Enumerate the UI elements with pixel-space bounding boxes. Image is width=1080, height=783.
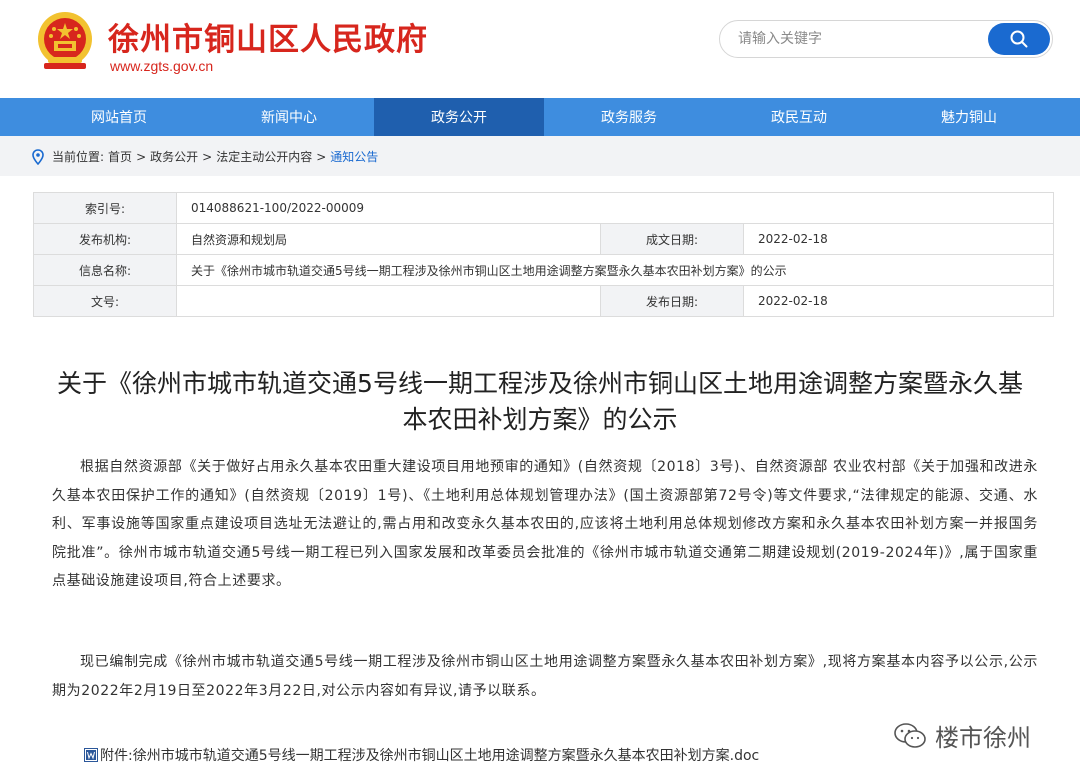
breadcrumb-sep: >: [136, 149, 147, 164]
breadcrumb-bar: 当前位置: 首页 > 政务公开 > 法定主动公开内容 > 通知公告: [0, 136, 1080, 176]
index-value: 014088621-100/2022-00009: [176, 192, 1054, 224]
article-paragraph: 根据自然资源部《关于做好占用永久基本农田重大建设项目用地预审的通知》(自然资规〔…: [52, 459, 1038, 589]
watermark-text: 楼市徐州: [935, 724, 1031, 752]
site-url[interactable]: www.zgts.gov.cn: [110, 58, 213, 74]
table-row: 信息名称: 关于《徐州市城市轨道交通5号线一期工程涉及徐州市铜山区土地用途调整方…: [33, 254, 1054, 286]
publisher-label: 发布机构:: [33, 223, 177, 255]
doc-number-value: [176, 285, 601, 317]
breadcrumb-item-home[interactable]: 首页: [108, 148, 132, 165]
nav-item-interaction[interactable]: 政民互动: [714, 98, 884, 136]
breadcrumb-item-notices[interactable]: 通知公告: [330, 148, 378, 165]
nav-item-news[interactable]: 新闻中心: [204, 98, 374, 136]
article-title-line: 关于《徐州市城市轨道交通5号线一期工程涉及徐州市铜山区土地用途调整方案暨永久基: [57, 369, 1023, 398]
index-label: 索引号:: [33, 192, 177, 224]
doc-number-label: 文号:: [33, 285, 177, 317]
site-header: 徐州市铜山区人民政府 www.zgts.gov.cn: [0, 0, 1080, 98]
document-info-table: 索引号: 014088621-100/2022-00009 发布机构: 自然资源…: [33, 192, 1054, 317]
breadcrumb-item-disclosure[interactable]: 法定主动公开内容: [216, 148, 312, 165]
breadcrumb-sep: >: [316, 149, 327, 164]
national-emblem-icon: [38, 12, 92, 69]
location-pin-icon: [32, 148, 44, 165]
published-date-value: 2022-02-18: [743, 285, 1054, 317]
publisher-value: 自然资源和规划局: [176, 223, 601, 255]
breadcrumb-item-gov-affairs[interactable]: 政务公开: [150, 148, 198, 165]
wechat-icon: [894, 722, 926, 748]
article-title-line: 本农田补划方案》的公示: [402, 405, 678, 434]
nav-item-home[interactable]: 网站首页: [34, 98, 204, 136]
article-title: 关于《徐州市城市轨道交通5号线一期工程涉及徐州市铜山区土地用途调整方案暨永久基 …: [40, 366, 1040, 438]
created-date-label: 成文日期:: [600, 223, 744, 255]
info-name-label: 信息名称:: [33, 254, 177, 286]
search-input[interactable]: [738, 29, 978, 49]
main-nav: 网站首页 新闻中心 政务公开 政务服务 政民互动 魅力铜山: [0, 98, 1080, 136]
watermark: 楼市徐州: [893, 718, 1031, 753]
search-button[interactable]: [988, 23, 1050, 55]
word-doc-icon: [84, 748, 98, 762]
attachment-text[interactable]: 附件:徐州市城市轨道交通5号线一期工程涉及徐州市铜山区土地用途调整方案暨永久基本…: [100, 745, 759, 765]
breadcrumb-prefix: 当前位置:: [52, 150, 105, 164]
article-paragraph: 现已编制完成《徐州市城市轨道交通5号线一期工程涉及徐州市铜山区土地用途调整方案暨…: [52, 654, 1038, 699]
nav-item-tongshan[interactable]: 魅力铜山: [884, 98, 1054, 136]
search-icon: [1010, 30, 1028, 48]
info-name-value: 关于《徐州市城市轨道交通5号线一期工程涉及徐州市铜山区土地用途调整方案暨永久基本…: [176, 254, 1054, 286]
nav-item-services[interactable]: 政务服务: [544, 98, 714, 136]
table-row: 索引号: 014088621-100/2022-00009: [33, 192, 1054, 224]
search-box: [719, 20, 1053, 58]
breadcrumb-sep: >: [202, 149, 213, 164]
attachment-link[interactable]: 附件:徐州市城市轨道交通5号线一期工程涉及徐州市铜山区土地用途调整方案暨永久基本…: [84, 745, 759, 765]
table-row: 文号: 发布日期: 2022-02-18: [33, 285, 1054, 317]
site-title[interactable]: 徐州市铜山区人民政府: [108, 14, 428, 59]
breadcrumb: 当前位置: 首页 > 政务公开 > 法定主动公开内容 > 通知公告: [32, 148, 382, 165]
created-date-value: 2022-02-18: [743, 223, 1054, 255]
table-row: 发布机构: 自然资源和规划局 成文日期: 2022-02-18: [33, 223, 1054, 255]
published-date-label: 发布日期:: [600, 285, 744, 317]
nav-item-gov-affairs[interactable]: 政务公开: [374, 98, 544, 136]
